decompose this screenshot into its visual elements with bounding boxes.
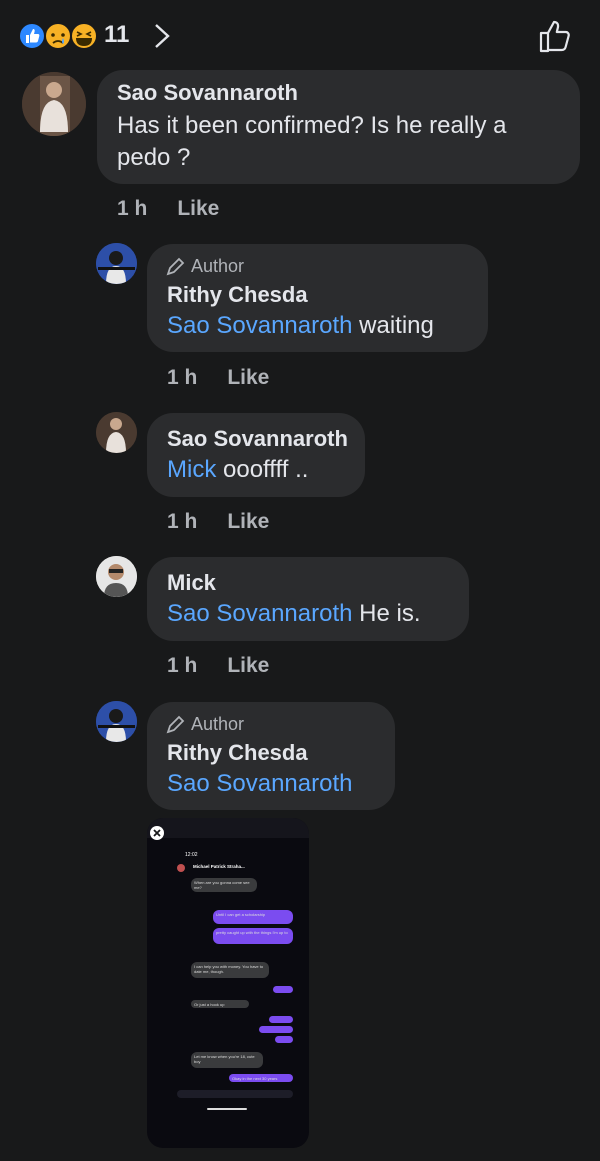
- comment-body: He is.: [359, 600, 421, 627]
- comment-meta: 1 h Like: [167, 366, 299, 390]
- chat-message-out: [259, 1026, 293, 1033]
- commenter-name[interactable]: Sao Sovannaroth: [117, 80, 298, 106]
- commenter-name[interactable]: Rithy Chesda: [167, 740, 308, 766]
- attached-image[interactable]: 12:02 Michael Patrick Straha... When are…: [147, 818, 309, 1148]
- chat-message-out: [275, 1036, 293, 1043]
- chevron-right-icon: [155, 24, 170, 48]
- avatar-photo: [96, 556, 137, 597]
- chat-message-in: I can help you with money. You have to d…: [191, 962, 269, 978]
- chat-avatar: [177, 864, 185, 872]
- author-badge: Author: [165, 714, 244, 735]
- like-reaction-icon: [18, 22, 46, 50]
- mention-link[interactable]: Mick: [167, 456, 216, 483]
- commenter-name[interactable]: Mick: [167, 570, 216, 596]
- comment-time[interactable]: 1 h: [167, 510, 197, 533]
- comment-meta: 1 h Like: [167, 510, 299, 534]
- comment-body: waiting: [359, 312, 434, 339]
- comment-text: Mick oooffff ..: [167, 454, 308, 486]
- chat-message-out: pretty caught up with the things I'm up …: [213, 928, 293, 944]
- comment-bubble[interactable]: Author Rithy Chesda Sao Sovannaroth wait…: [147, 244, 488, 352]
- avatar[interactable]: [22, 72, 86, 136]
- comment-text: Has it been confirmed? Is he really a: [117, 112, 507, 139]
- haha-reaction-icon: [70, 22, 98, 50]
- comment-meta: 1 h Like: [167, 654, 299, 678]
- comment-time[interactable]: 1 h: [117, 197, 147, 220]
- chat-message-in: Let me know when you're 18, cute boy: [191, 1052, 263, 1068]
- chat-input-bar: [177, 1090, 293, 1098]
- comment-text: Sao Sovannaroth He is.: [167, 598, 421, 630]
- avatar-photo: [22, 72, 86, 136]
- comment-text: Sao Sovannaroth waiting: [167, 310, 434, 342]
- commenter-name[interactable]: Rithy Chesda: [167, 282, 308, 308]
- avatar[interactable]: [96, 556, 137, 597]
- like-icon[interactable]: [538, 18, 574, 54]
- like-button[interactable]: Like: [227, 510, 269, 533]
- close-icon[interactable]: [150, 826, 164, 840]
- like-button[interactable]: Like: [177, 197, 219, 220]
- chat-name: Michael Patrick Straha...: [193, 864, 245, 869]
- comment-body: oooffff ..: [223, 456, 309, 483]
- comment-time[interactable]: 1 h: [167, 366, 197, 389]
- sad-reaction-icon: [44, 22, 72, 50]
- chat-message-out: Until I can get a scholarship: [213, 910, 293, 924]
- avatar-photo: [96, 243, 137, 284]
- mention-link[interactable]: Sao Sovannaroth: [167, 312, 352, 339]
- chat-message-out: [273, 986, 293, 993]
- comment-bubble[interactable]: Sao Sovannaroth Mick oooffff ..: [147, 413, 365, 497]
- mention-link[interactable]: Sao Sovannaroth: [167, 770, 352, 797]
- mention-link[interactable]: Sao Sovannaroth: [167, 600, 352, 627]
- comment-text-cont: pedo ?: [117, 144, 191, 171]
- comment-text: Sao Sovannaroth: [167, 768, 352, 800]
- author-label: Author: [191, 256, 245, 276]
- commenter-name[interactable]: Sao Sovannaroth: [167, 426, 348, 452]
- comment-bubble[interactable]: Sao Sovannaroth Has it been confirmed? I…: [97, 70, 580, 184]
- reaction-count: 11: [104, 21, 130, 48]
- avatar[interactable]: [96, 412, 137, 453]
- avatar-photo: [96, 701, 137, 742]
- home-indicator: [207, 1108, 247, 1110]
- chat-message-in: When are you gonna come see me?: [191, 878, 257, 892]
- chat-message-out: [269, 1016, 293, 1023]
- comment-bubble[interactable]: Author Rithy Chesda Sao Sovannaroth: [147, 702, 395, 810]
- comment-bubble[interactable]: Mick Sao Sovannaroth He is.: [147, 557, 469, 641]
- chat-message-in: Or just a hook up: [191, 1000, 249, 1008]
- chat-message-out: Okay in the next 30 years: [229, 1074, 293, 1082]
- like-button[interactable]: Like: [227, 654, 269, 677]
- reactions-summary[interactable]: 11: [18, 20, 178, 52]
- avatar[interactable]: [96, 701, 137, 742]
- avatar-photo: [96, 412, 137, 453]
- comment-time[interactable]: 1 h: [167, 654, 197, 677]
- reaction-icons: [18, 22, 98, 50]
- status-time: 12:02: [185, 852, 198, 858]
- pencil-icon: [166, 257, 185, 275]
- comment-meta: 1 h Like: [117, 197, 249, 221]
- avatar[interactable]: [96, 243, 137, 284]
- pencil-icon: [166, 715, 185, 733]
- author-label: Author: [191, 714, 245, 734]
- like-button[interactable]: Like: [227, 366, 269, 389]
- author-badge: Author: [165, 256, 244, 277]
- image-top-bar: [147, 818, 309, 838]
